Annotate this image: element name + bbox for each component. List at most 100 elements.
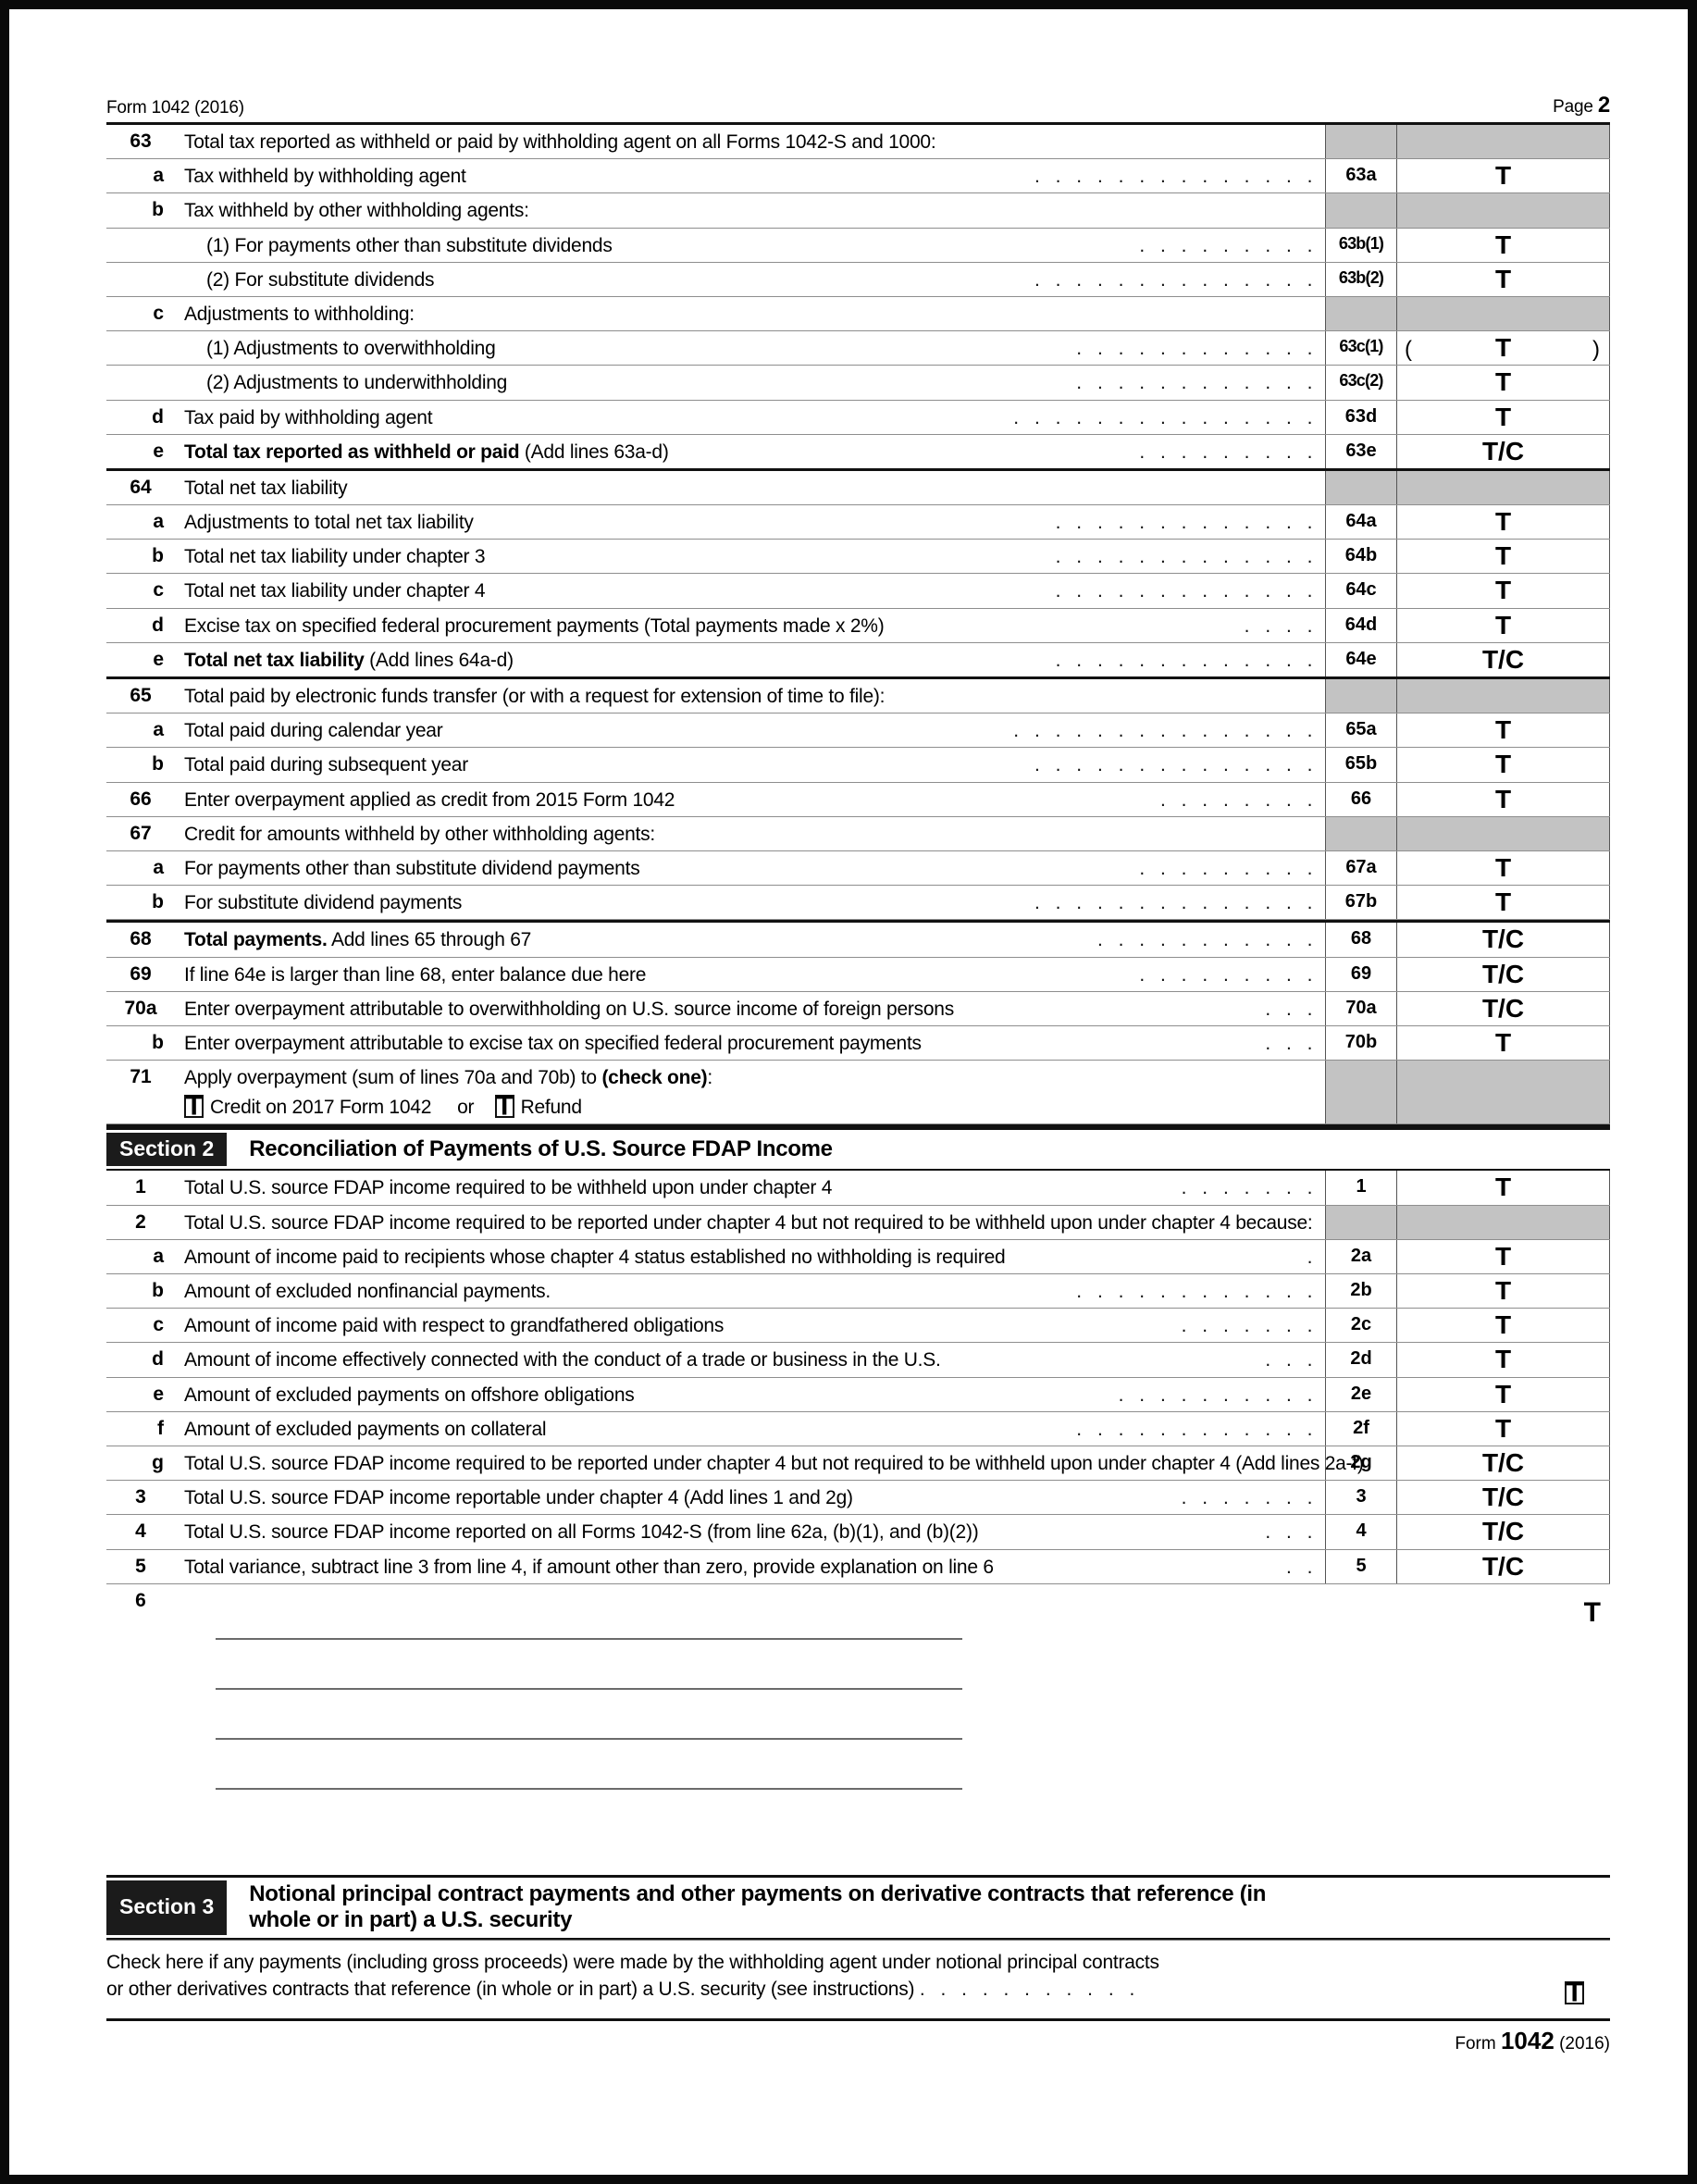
line-description: Tax withheld by withholding agent . . . .… — [179, 159, 1325, 192]
line-number-blank — [106, 229, 179, 262]
amount-entry-cell[interactable]: T — [1397, 1343, 1610, 1377]
amount-entry-cell[interactable]: T/C — [1397, 1549, 1610, 1583]
form-line-row: (1) For payments other than substitute d… — [106, 228, 1610, 263]
section-3-body-line2-wrap: or other derivatives contracts that refe… — [106, 1977, 1555, 2003]
refund-label: Refund — [520, 1097, 582, 1119]
amount-entry-cell[interactable]: T/C — [1397, 1515, 1610, 1549]
line-description: Total paid during calendar year . . . . .… — [179, 714, 1325, 747]
amount-entry-cell[interactable]: T — [1397, 1309, 1610, 1343]
line-text: Total tax reported as withheld or paid (… — [184, 441, 669, 463]
amount-entry-cell[interactable]: T — [1397, 505, 1610, 540]
form-line-row: 63 Total tax reported as withheld or paid… — [106, 125, 1610, 160]
amount-entry-cell[interactable]: T — [1397, 159, 1610, 193]
amount-entry-cell[interactable]: T/C — [1397, 923, 1610, 957]
leader-dots: . . . . . . . . . . . . — [1076, 338, 1318, 360]
explanation-write-line[interactable] — [216, 1690, 962, 1740]
line-text: For substitute dividend payments — [184, 892, 463, 914]
amount-entry-cell[interactable]: T — [1397, 748, 1610, 782]
line-description: Total variance, subtract line 3 from lin… — [179, 1550, 1325, 1583]
amount-entry-cell[interactable]: T — [1397, 1274, 1610, 1309]
npc-checkbox[interactable] — [1565, 1981, 1584, 2005]
line-text: Total U.S. source FDAP income required t… — [184, 1452, 1364, 1474]
line-letter: g — [152, 1451, 164, 1473]
amount-entry-cell[interactable]: T — [1397, 262, 1610, 296]
leader-dots: . . . — [1265, 1521, 1318, 1544]
amount-entry-cell[interactable]: T/C — [1397, 434, 1610, 468]
amount-value — [1500, 195, 1507, 225]
form-line-row: a Total paid during calendar year . . . . … — [106, 714, 1610, 749]
line-ref-box: 1 — [1325, 1171, 1397, 1205]
form-line-row: (1) Adjustments to overwithholding . . . … — [106, 331, 1610, 366]
line-description: (1) Adjustments to overwithholding . . . … — [179, 331, 1325, 365]
amount-entry-cell[interactable]: T — [1397, 850, 1610, 886]
leader-dots: . . . . . . . . . — [1139, 441, 1318, 463]
amount-entry-cell[interactable]: T — [1397, 574, 1610, 608]
form-line-row: 70a Enter overpayment attributable to ove… — [106, 991, 1610, 1026]
line-ref-box: 64c — [1325, 574, 1397, 608]
line-number: 64 — [130, 476, 152, 498]
refund-checkbox[interactable] — [494, 1095, 514, 1119]
section-3-title: Notional principal contract payments and… — [227, 1878, 1266, 1939]
line-text: Amount of income effectively connected w… — [184, 1349, 941, 1371]
line-description: If line 64e is larger than line 68, ente… — [179, 958, 1325, 991]
line-description: Total U.S. source FDAP income required t… — [179, 1446, 1364, 1480]
line-text: (2) For substitute dividends — [206, 268, 435, 291]
amount-entry-cell[interactable]: T/C — [1397, 957, 1610, 991]
line-text: Amount of excluded payments on collatera… — [184, 1418, 547, 1440]
form-line-row: g Total U.S. source FDAP income required … — [106, 1446, 1610, 1482]
amount-entry-cell[interactable]: T — [1397, 400, 1610, 434]
line-number: 4 — [135, 1520, 146, 1543]
credit-2017-label: Credit on 2017 Form 1042 — [210, 1097, 432, 1119]
amount-entry-cell[interactable]: T — [1397, 1239, 1610, 1273]
amount-entry-cell[interactable]: T/C — [1397, 1481, 1610, 1515]
form-line-row: d Amount of income effectively connected … — [106, 1343, 1610, 1378]
page-word: Page — [1553, 97, 1593, 117]
explanation-write-line[interactable] — [216, 1640, 962, 1690]
form-line-row: e Total tax reported as withheld or paid … — [106, 434, 1610, 471]
line-text: Total net tax liability under chapter 3 — [184, 546, 486, 568]
amount-entry-cell — [1397, 125, 1610, 159]
amount-entry-cell[interactable]: T — [1397, 540, 1610, 574]
amount-entry-cell[interactable]: T — [1397, 1025, 1610, 1061]
line-description: For substitute dividend payments . . . . … — [179, 886, 1325, 919]
leader-dots: . . . . . . . . . . . — [1096, 929, 1318, 951]
amount-value: T — [1494, 1379, 1512, 1408]
section-2-header: Section 2 Reconciliation of Payments of … — [106, 1127, 1610, 1172]
amount-value: T — [1494, 507, 1512, 537]
amount-entry-cell[interactable]: () T — [1397, 331, 1610, 366]
line-number-blank — [106, 263, 179, 296]
amount-value: T — [1494, 1345, 1512, 1374]
amount-entry-cell[interactable] — [1397, 1584, 1610, 1790]
amount-entry-cell[interactable]: T/C — [1397, 1446, 1610, 1481]
line-ref-box: 66 — [1325, 782, 1397, 816]
line-ref-box: 63a — [1325, 159, 1397, 193]
amount-entry-cell[interactable]: T — [1397, 714, 1610, 748]
amount-entry-cell[interactable]: T — [1397, 228, 1610, 262]
amount-entry-cell[interactable]: T — [1397, 608, 1610, 642]
line-description: Adjustments to total net tax liability . … — [179, 505, 1325, 539]
credit-2017-checkbox[interactable] — [184, 1095, 204, 1119]
amount-entry-cell[interactable]: T — [1397, 366, 1610, 400]
line-ref-box: 2c — [1325, 1309, 1397, 1343]
leader-dots: . . . . . . . . . . . . . . — [1034, 892, 1318, 914]
amount-entry-cell[interactable]: T — [1397, 1377, 1610, 1411]
section-3-leader-dots: . . . . . . . . . . . — [919, 1978, 1140, 2000]
leader-dots: . . . . . . . . . . . . . — [1055, 512, 1318, 534]
line-ref-box: 2b — [1325, 1274, 1397, 1309]
line-description: Enter overpayment attributable to overwi… — [179, 992, 1325, 1025]
explanation-write-line[interactable] — [216, 1590, 962, 1640]
amount-entry-cell[interactable]: T/C — [1397, 991, 1610, 1025]
amount-value: T/C — [1481, 1483, 1525, 1512]
amount-entry-cell[interactable]: T/C — [1397, 642, 1610, 676]
amount-entry-cell[interactable]: T — [1397, 782, 1610, 816]
leader-dots: . . . . . . . . . . . . . . . — [1013, 720, 1318, 742]
line-description: Amount of excluded nonfinancial payments… — [179, 1274, 1325, 1308]
footer-form-word: Form — [1455, 2033, 1496, 2054]
line-text: Total paid during calendar year — [184, 720, 443, 742]
amount-entry-cell[interactable]: T — [1397, 1171, 1610, 1205]
line-number: 71 — [130, 1066, 152, 1088]
explanation-write-line[interactable] — [216, 1740, 962, 1790]
amount-entry-cell — [1397, 193, 1610, 228]
amount-entry-cell[interactable]: T — [1397, 886, 1610, 920]
amount-entry-cell[interactable]: T — [1397, 1411, 1610, 1446]
